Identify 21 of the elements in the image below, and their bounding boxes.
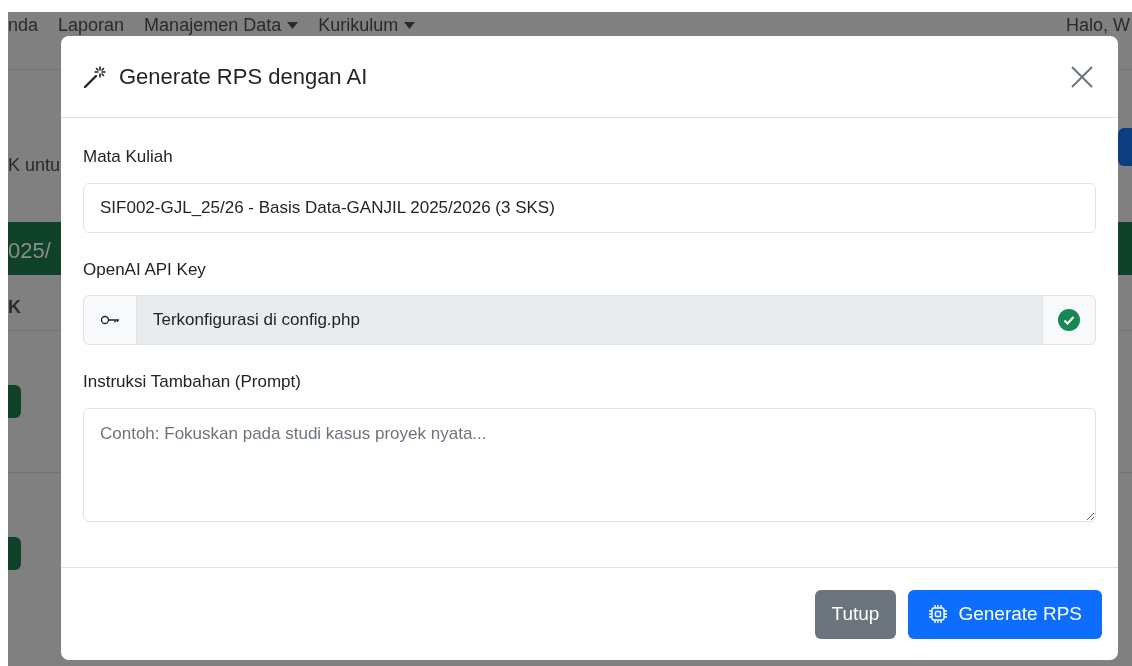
close-icon [1071,65,1093,88]
generate-button[interactable]: Generate RPS [908,589,1102,639]
intro-text: K untu [8,154,61,177]
field-label: Instruksi Tambahan (Prompt) [83,371,301,393]
key-icon [100,315,120,325]
nav-link[interactable]: Laporan [58,12,125,39]
greeting-text: Halo, W [1066,14,1130,37]
banner-text: 025/ [8,237,51,265]
nav-link[interactable]: nda [8,12,39,39]
api-key-field[interactable]: Terkonfigurasi di config.php [137,295,1042,345]
field-label: OpenAI API Key [83,258,206,281]
column-heading: K [8,296,21,319]
magic-wand-icon [83,64,107,89]
prompt-field[interactable]: Contoh: Fokuskan pada studi kasus proyek nyata... [83,407,1096,522]
field-label: Mata Kuliah [83,146,173,168]
close-dialog-button[interactable]: Tutup [814,589,897,639]
dialog-title: Generate RPS dengan AI [119,63,368,91]
course-field[interactable]: SIF002-GJL_25/26 - Basis Data-GANJIL 2025/2026 (3 SKS) [83,182,1096,233]
nav-link[interactable]: Manajemen Data [144,12,299,39]
nav-link[interactable]: Kurikulum [318,12,416,39]
chip-icon [928,604,949,624]
